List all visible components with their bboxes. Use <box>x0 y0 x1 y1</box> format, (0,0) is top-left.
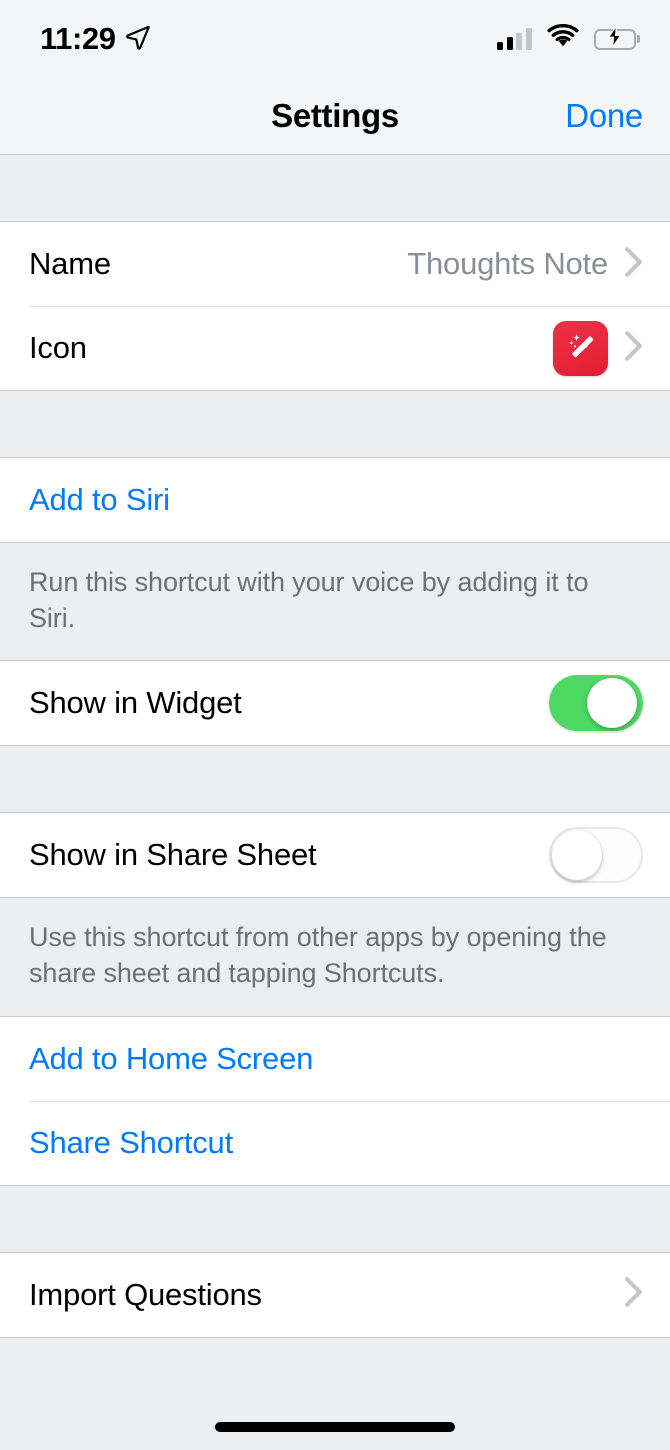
row-show-in-widget[interactable]: Show in Widget <box>0 661 670 746</box>
row-add-to-siri[interactable]: Add to Siri <box>0 458 670 542</box>
page-title: Settings <box>271 97 399 134</box>
location-arrow-icon <box>125 24 151 55</box>
status-bar-clock: 11:29 <box>40 21 116 56</box>
row-show-in-share-sheet[interactable]: Show in Share Sheet <box>0 813 670 898</box>
siri-footer-text: Run this shortcut with your voice by add… <box>0 543 670 661</box>
section-share-sheet: Show in Share Sheet <box>0 812 670 899</box>
add-to-home-screen-label: Add to Home Screen <box>29 1040 314 1076</box>
row-icon[interactable]: Icon <box>0 306 670 390</box>
row-widget-right <box>549 675 643 732</box>
share-shortcut-label: Share Shortcut <box>29 1124 233 1160</box>
status-bar: 11:29 <box>0 0 670 78</box>
import-questions-label: Import Questions <box>29 1276 262 1312</box>
row-share-sheet-right <box>549 827 643 884</box>
row-icon-label: Icon <box>29 330 87 365</box>
row-icon-right <box>553 320 643 376</box>
section-widget: Show in Widget <box>0 660 670 747</box>
chevron-right-icon <box>624 1276 643 1313</box>
row-import-questions[interactable]: Import Questions <box>0 1252 670 1337</box>
done-button[interactable]: Done <box>565 97 643 135</box>
section-gap <box>0 155 670 221</box>
section-gap <box>0 391 670 457</box>
row-add-to-home-screen[interactable]: Add to Home Screen <box>0 1016 670 1101</box>
show-in-share-sheet-label: Show in Share Sheet <box>29 837 317 873</box>
shortcut-name-value: Thoughts Note <box>407 246 608 281</box>
section-import: Import Questions <box>0 1251 670 1338</box>
home-indicator[interactable] <box>215 1422 455 1432</box>
row-import-right <box>624 1276 643 1313</box>
share-sheet-footer-text: Use this shortcut from other apps by ope… <box>0 898 670 1016</box>
add-to-siri-label: Add to Siri <box>29 482 170 517</box>
navigation-bar: Settings Done <box>0 78 670 155</box>
section-actions: Add to Home Screen Share Shortcut <box>0 1015 670 1186</box>
settings-list: Name Thoughts Note Icon Add to Siri Run … <box>0 155 670 1338</box>
row-name[interactable]: Name Thoughts Note <box>0 222 670 306</box>
show-in-share-sheet-toggle[interactable] <box>549 827 643 884</box>
status-bar-right <box>497 23 640 54</box>
section-identity: Name Thoughts Note Icon <box>0 221 670 391</box>
row-name-right: Thoughts Note <box>407 246 643 283</box>
toggle-knob <box>552 830 602 881</box>
wifi-icon <box>546 23 580 54</box>
section-siri: Add to Siri <box>0 457 670 543</box>
section-gap <box>0 746 670 813</box>
iphone-screen: 11:29 Settings Done Name Thoughts Note I… <box>0 0 670 1450</box>
toggle-knob <box>587 678 637 729</box>
chevron-right-icon <box>624 246 643 283</box>
status-bar-left: 11:29 <box>40 21 151 57</box>
show-in-widget-toggle[interactable] <box>549 675 643 732</box>
show-in-widget-label: Show in Widget <box>29 685 242 721</box>
magic-wand-app-icon <box>553 320 608 376</box>
battery-charging-icon <box>593 23 640 50</box>
section-gap <box>0 1185 670 1252</box>
row-name-label: Name <box>29 246 111 281</box>
row-share-shortcut[interactable]: Share Shortcut <box>0 1100 670 1185</box>
chevron-right-icon <box>624 330 643 367</box>
cellular-signal-icon <box>497 28 532 50</box>
